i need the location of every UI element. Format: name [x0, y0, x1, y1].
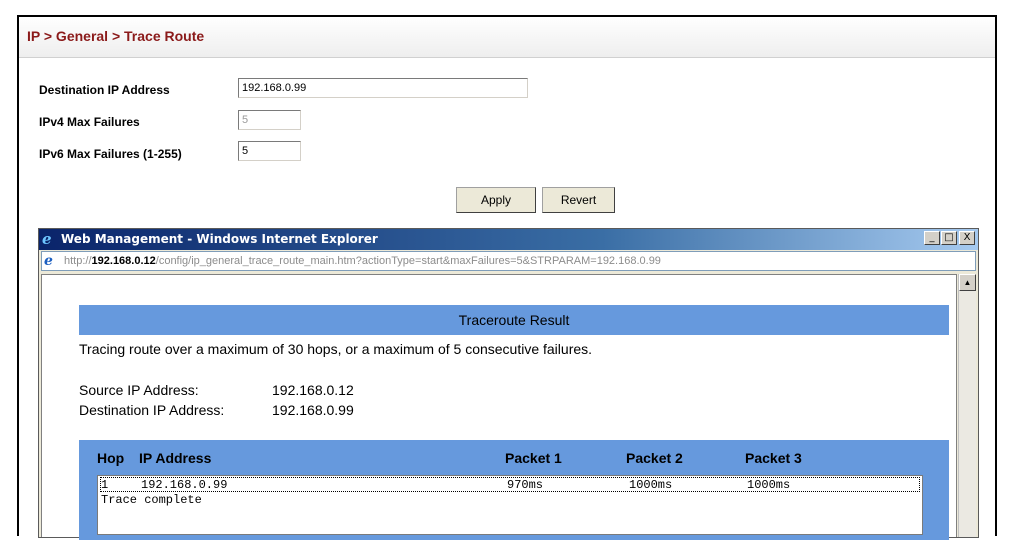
trace-complete-line: Trace complete	[101, 493, 202, 507]
address-bar[interactable]: e http://192.168.0.12/config/ip_general_…	[41, 251, 976, 271]
address-url[interactable]: http://192.168.0.12/config/ip_general_tr…	[64, 255, 661, 267]
hop-packet-2: 1000ms	[629, 478, 673, 492]
minimize-button[interactable]: _	[924, 231, 940, 245]
vertical-scrollbar[interactable]: ▲	[958, 274, 976, 537]
page-header: IP > General > Trace Route	[19, 17, 995, 58]
ipv4-max-failures-label: IPv4 Max Failures	[39, 115, 140, 129]
ie-window-title: Web Management - Windows Internet Explor…	[61, 232, 378, 246]
revert-button[interactable]: Revert	[542, 187, 615, 213]
ipv6-max-failures-label: IPv6 Max Failures (1-255)	[39, 147, 182, 161]
trace-summary: Tracing route over a maximum of 30 hops,…	[79, 341, 593, 357]
scroll-up-arrow-icon[interactable]: ▲	[959, 274, 976, 291]
hops-listbox[interactable]: 1 192.168.0.99 970ms 1000ms 1000ms Trace…	[97, 475, 923, 535]
traceroute-result-header: Traceroute Result	[79, 305, 949, 335]
hop-ip: 192.168.0.99	[141, 478, 228, 492]
address-path: /config/ip_general_trace_route_main.htm?…	[155, 255, 661, 267]
col-packet-1: Packet 1	[505, 450, 562, 466]
col-ip-address: IP Address	[139, 450, 212, 466]
source-ip-value: 192.168.0.12	[272, 382, 354, 398]
source-ip-label: Source IP Address:	[79, 382, 199, 398]
maximize-button[interactable]: □	[941, 231, 957, 245]
address-host: 192.168.0.12	[91, 255, 156, 267]
hop-number: 1	[101, 478, 109, 492]
breadcrumb: IP > General > Trace Route	[27, 28, 205, 44]
ie-titlebar[interactable]: e Web Management - Windows Internet Expl…	[39, 229, 978, 250]
destination-ip-label: Destination IP Address:	[79, 402, 225, 418]
ie-logo-icon: e	[42, 230, 52, 248]
dest-ip-label: Destination IP Address	[39, 83, 170, 97]
close-button[interactable]: X	[959, 231, 975, 245]
ie-page-icon: e	[44, 253, 53, 269]
ie-content-area: Traceroute Result Tracing route over a m…	[41, 274, 957, 540]
hop-packet-1: 970ms	[507, 478, 544, 492]
hop-packet-3: 1000ms	[747, 478, 791, 492]
dest-ip-input[interactable]	[238, 78, 528, 98]
hops-table: Hop IP Address Packet 1 Packet 2 Packet …	[79, 440, 949, 540]
address-prefix: http://	[64, 255, 92, 267]
col-hop: Hop	[97, 450, 125, 466]
ipv6-max-failures-input[interactable]	[238, 141, 301, 161]
ipv4-max-failures-input	[238, 110, 301, 130]
ie-popup-window: e Web Management - Windows Internet Expl…	[38, 228, 979, 540]
destination-ip-value: 192.168.0.99	[272, 402, 354, 418]
col-packet-2: Packet 2	[626, 450, 683, 466]
hop-row[interactable]: 1 192.168.0.99 970ms 1000ms 1000ms	[100, 477, 920, 492]
apply-button[interactable]: Apply	[456, 187, 536, 213]
main-frame: IP > General > Trace Route Destination I…	[17, 15, 997, 540]
col-packet-3: Packet 3	[745, 450, 802, 466]
